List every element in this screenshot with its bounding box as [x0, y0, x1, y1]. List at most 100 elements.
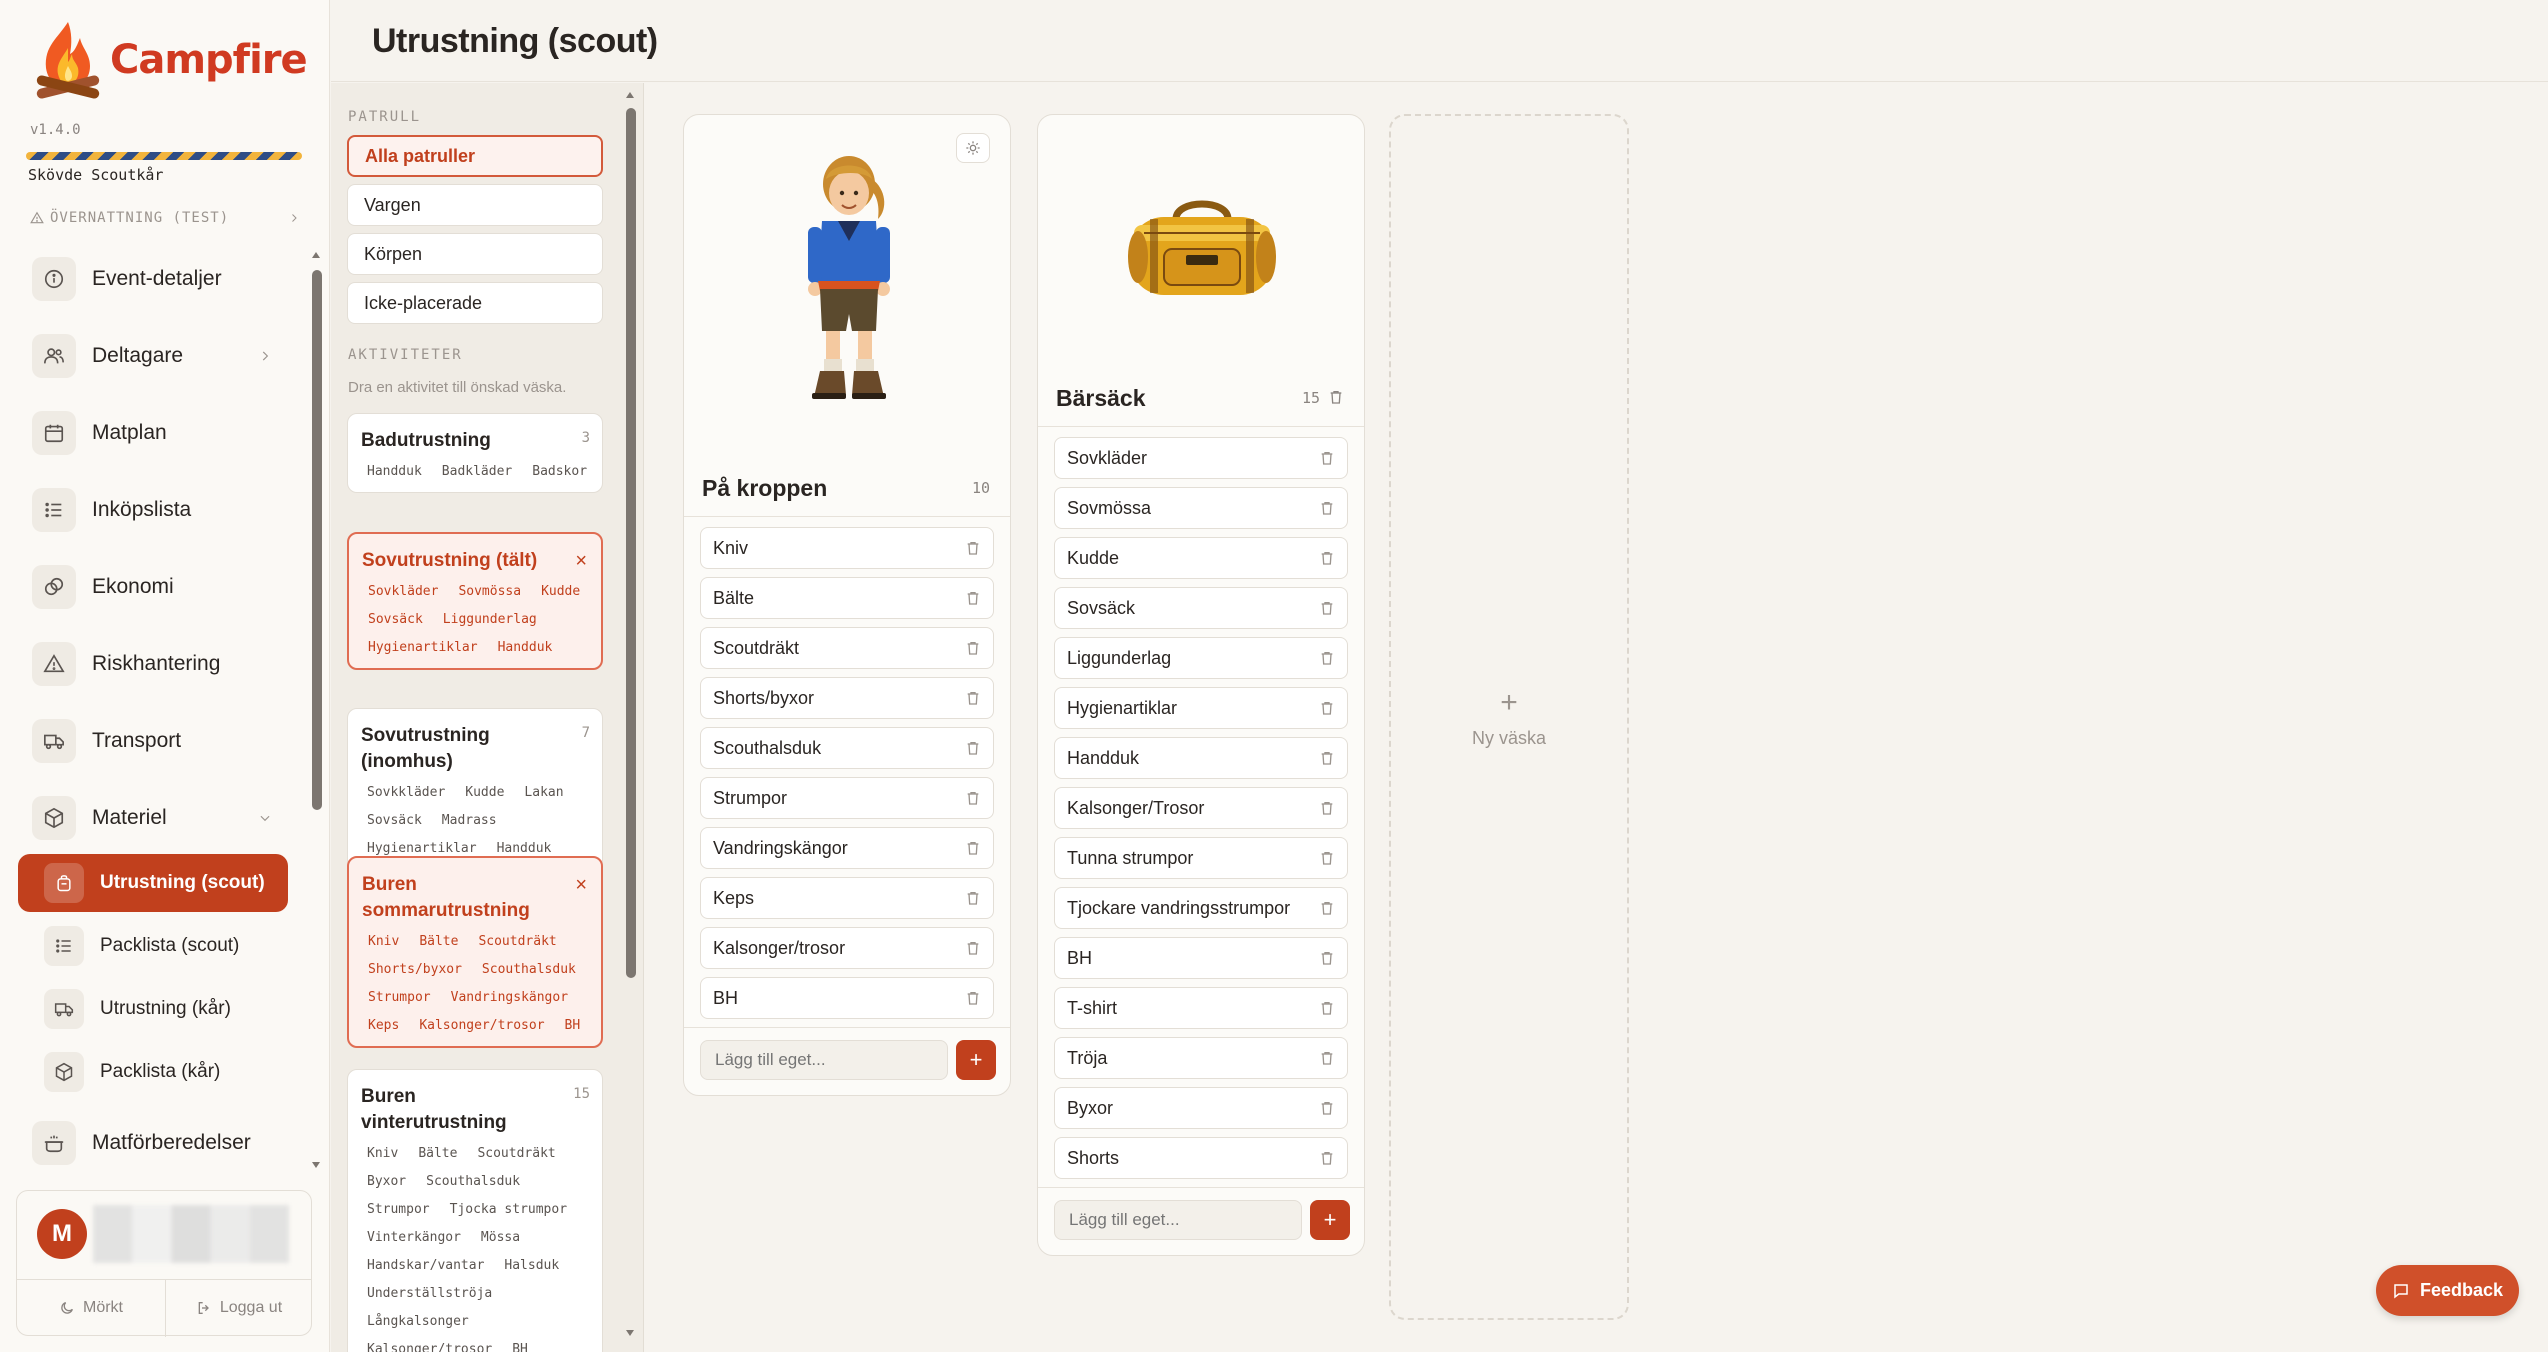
bag-item[interactable]: BH	[1054, 937, 1348, 979]
feedback-button[interactable]: Feedback	[2376, 1265, 2519, 1316]
bag-item[interactable]: Vandringskängor	[700, 827, 994, 869]
avatar[interactable]: M	[37, 1209, 87, 1259]
nav-participants[interactable]: Deltagare	[18, 323, 306, 389]
page-header: Utrustning (scout)	[331, 0, 2548, 82]
trash-icon[interactable]	[1319, 550, 1335, 566]
trash-icon[interactable]	[1319, 1050, 1335, 1066]
trash-icon[interactable]	[965, 790, 981, 806]
trash-icon[interactable]	[1319, 700, 1335, 716]
trash-icon[interactable]	[965, 590, 981, 606]
list-icon	[44, 926, 84, 966]
trash-icon[interactable]	[1319, 600, 1335, 616]
activity-card[interactable]: Sovutrustning (inomhus) 7 Sovkkläder Kudde L…	[347, 708, 603, 870]
trash-icon[interactable]	[965, 890, 981, 906]
nav-event-details[interactable]: Event-detaljer	[18, 246, 306, 312]
trash-icon[interactable]	[1319, 650, 1335, 666]
trash-icon[interactable]	[1319, 450, 1335, 466]
close-icon[interactable]: ×	[575, 550, 587, 573]
bag-item[interactable]: Kudde	[1054, 537, 1348, 579]
bag-item[interactable]: Kniv	[700, 527, 994, 569]
add-item-input[interactable]	[700, 1040, 948, 1080]
trash-icon[interactable]	[1319, 750, 1335, 766]
nav-meal-plan[interactable]: Matplan	[18, 400, 306, 466]
activity-card[interactable]: Sovutrustning (tält) × Sovkläder Sovmössa Ku…	[347, 532, 603, 670]
bag-item[interactable]: Sovkläder	[1054, 437, 1348, 479]
event-selector[interactable]: ÖVERNATTNING (TEST)	[30, 210, 300, 226]
bag-item-label: Handduk	[1067, 747, 1140, 768]
trash-icon[interactable]	[965, 940, 981, 956]
bag-item[interactable]: Tjockare vandringsstrumpor	[1054, 887, 1348, 929]
nav-materials[interactable]: Materiel	[18, 785, 306, 851]
nav-transport[interactable]: Transport	[18, 708, 306, 774]
dark-mode-button[interactable]: Mörkt	[17, 1279, 165, 1337]
bag-settings-button[interactable]	[956, 133, 990, 163]
new-bag-button[interactable]: + Ny väska	[1389, 114, 1629, 1320]
bag-item[interactable]: Tröja	[1054, 1037, 1348, 1079]
scroll-down-arrow[interactable]	[624, 1327, 636, 1339]
activity-title: Sovutrustning (inomhus)	[361, 725, 490, 772]
trash-icon[interactable]	[1319, 800, 1335, 816]
activity-card[interactable]: Buren vinterutrustning 15 Kniv Bälte Scoutdr…	[347, 1069, 603, 1352]
bag-item[interactable]: Scouthalsduk	[700, 727, 994, 769]
bag-item[interactable]: Liggunderlag	[1054, 637, 1348, 679]
trash-icon[interactable]	[1319, 1000, 1335, 1016]
bag-item[interactable]: Byxor	[1054, 1087, 1348, 1129]
nav-scout-equipment[interactable]: Utrustning (scout)	[18, 854, 288, 912]
patrol-filter-all[interactable]: Alla patruller	[347, 135, 603, 177]
scroll-up-arrow[interactable]	[624, 89, 636, 101]
nav-shopping-list[interactable]: Inköpslista	[18, 477, 306, 543]
patrol-filter-unplaced[interactable]: Icke-placerade	[347, 282, 603, 324]
trash-icon[interactable]	[1319, 500, 1335, 516]
trash-icon[interactable]	[965, 540, 981, 556]
bag-item-label: BH	[1067, 947, 1093, 968]
nav-risk-management[interactable]: Riskhantering	[18, 631, 306, 697]
trash-icon[interactable]	[965, 740, 981, 756]
bag-item[interactable]: Sovmössa	[1054, 487, 1348, 529]
bag-item[interactable]: Scoutdräkt	[700, 627, 994, 669]
trash-icon[interactable]	[1319, 1150, 1335, 1166]
delete-bag-icon[interactable]	[1328, 389, 1344, 405]
sidebar-scroll-thumb[interactable]	[312, 270, 322, 810]
trash-icon[interactable]	[965, 840, 981, 856]
trash-icon[interactable]	[1319, 1100, 1335, 1116]
nav-troop-packlist[interactable]: Packlista (kår)	[18, 1043, 288, 1101]
add-item-input[interactable]	[1054, 1200, 1302, 1240]
nav-scout-packlist[interactable]: Packlista (scout)	[18, 917, 288, 975]
bag-item[interactable]: Strumpor	[700, 777, 994, 819]
bag-item[interactable]: Kalsonger/trosor	[700, 927, 994, 969]
activity-tag: Bälte	[418, 1146, 458, 1161]
bag-item-label: Bälte	[713, 587, 755, 608]
trash-icon[interactable]	[1319, 850, 1335, 866]
add-item-button[interactable]: +	[1310, 1200, 1350, 1240]
trash-icon[interactable]	[965, 690, 981, 706]
bag-item[interactable]: Tunna strumpor	[1054, 837, 1348, 879]
campfire-logo[interactable]: Campfire	[30, 18, 308, 102]
add-item-button[interactable]: +	[956, 1040, 996, 1080]
activity-card[interactable]: Buren sommarutrustning × Kniv Bälte Scoutdrä…	[347, 856, 603, 1048]
moon-icon	[59, 1300, 75, 1316]
nav-economy[interactable]: Ekonomi	[18, 554, 306, 620]
trash-icon[interactable]	[1319, 900, 1335, 916]
bag-item[interactable]: T-shirt	[1054, 987, 1348, 1029]
bag-item[interactable]: Shorts	[1054, 1137, 1348, 1179]
bag-item[interactable]: Sovsäck	[1054, 587, 1348, 629]
bag-item[interactable]: BH	[700, 977, 994, 1019]
bag-item[interactable]: Bälte	[700, 577, 994, 619]
trash-icon[interactable]	[1319, 950, 1335, 966]
bag-item[interactable]: Kalsonger/Trosor	[1054, 787, 1348, 829]
activity-card[interactable]: Badutrustning 3 Handduk Badkläder Badskor	[347, 413, 603, 493]
bag-item[interactable]: Handduk	[1054, 737, 1348, 779]
nav-troop-equipment[interactable]: Utrustning (kår)	[18, 980, 288, 1038]
filter-scroll-thumb[interactable]	[626, 108, 636, 978]
activity-tag: Scoutdräkt	[478, 934, 557, 949]
bag-item[interactable]: Hygienartiklar	[1054, 687, 1348, 729]
bag-item[interactable]: Keps	[700, 877, 994, 919]
trash-icon[interactable]	[965, 990, 981, 1006]
logout-button[interactable]: Logga ut	[165, 1279, 313, 1337]
trash-icon[interactable]	[965, 640, 981, 656]
close-icon[interactable]: ×	[575, 874, 587, 897]
patrol-filter-vargen[interactable]: Vargen	[347, 184, 603, 226]
patrol-filter-korpen[interactable]: Körpen	[347, 233, 603, 275]
nav-food-prep[interactable]: Matförberedelser	[18, 1110, 306, 1176]
bag-item[interactable]: Shorts/byxor	[700, 677, 994, 719]
